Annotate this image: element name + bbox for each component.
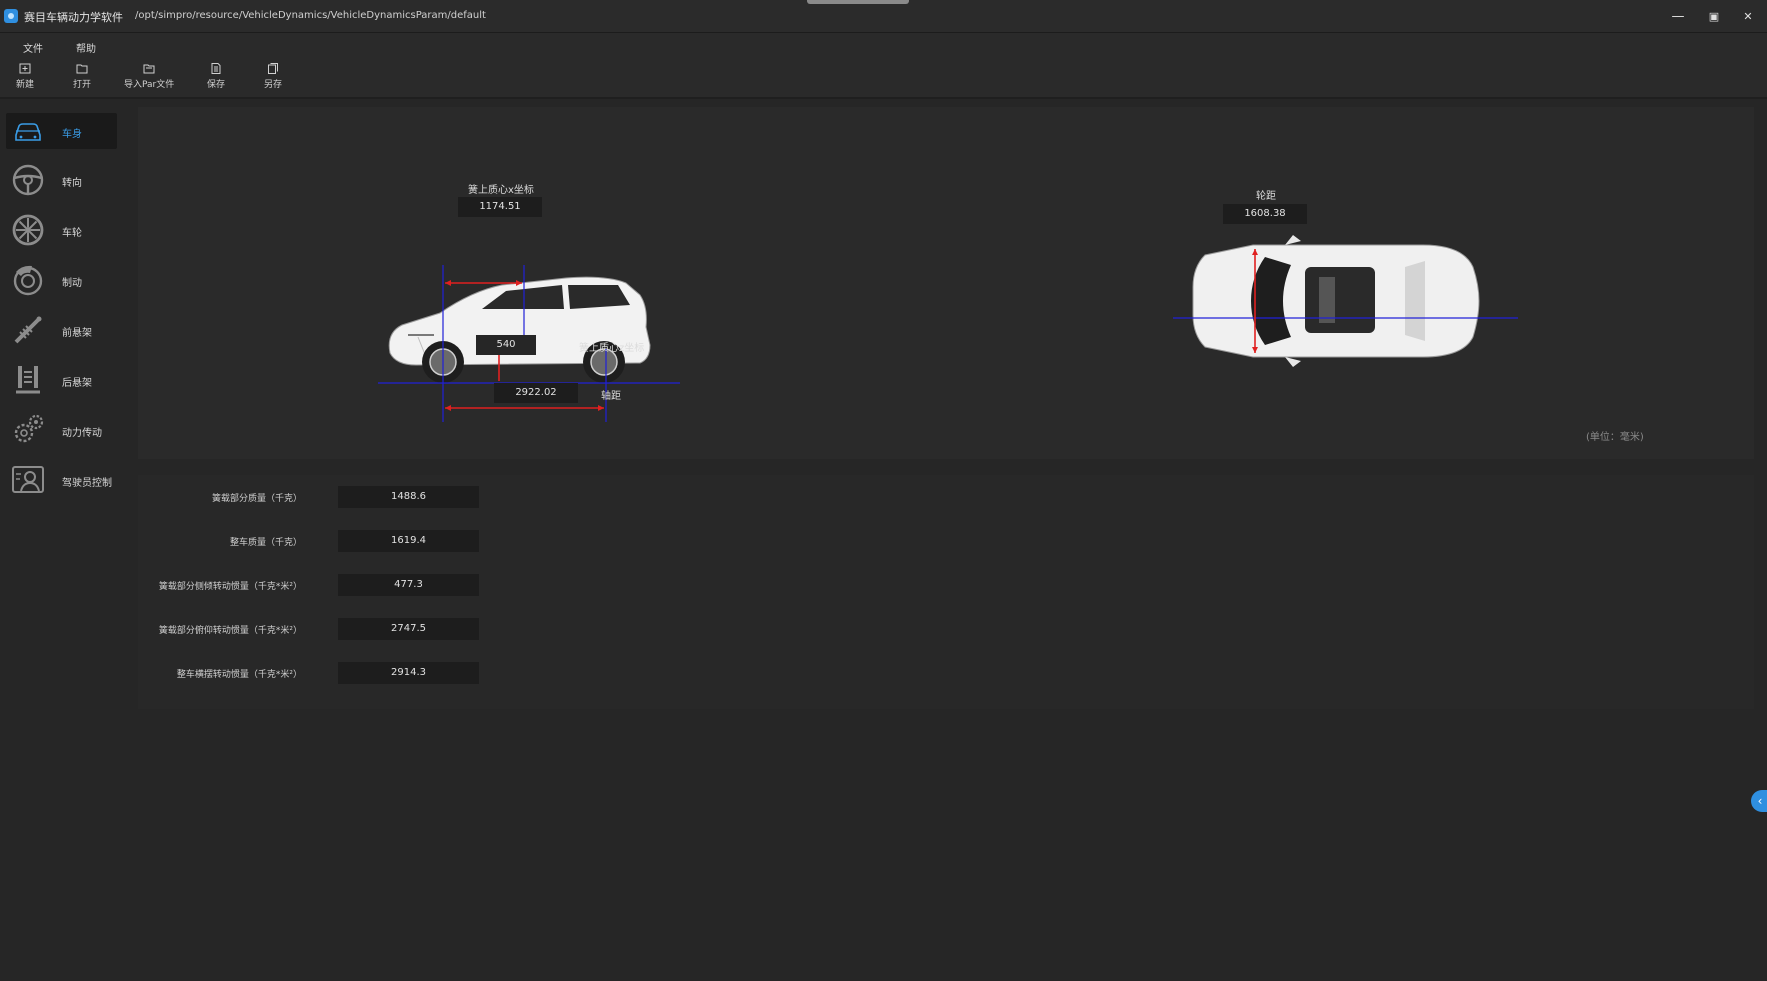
sidebar-item-label: 制动 — [62, 278, 82, 289]
steering-wheel-icon — [12, 164, 44, 196]
sidebar-item-steering[interactable]: 转向 — [6, 162, 117, 198]
save-as-label: 另存 — [263, 80, 282, 90]
toolbar: 新建 打开 导入Par文件 保存 另存 — [0, 57, 1767, 99]
sidebar-item-label: 动力传动 — [62, 428, 102, 439]
param-row-total-mass: 整车质量（千克） 1619.4 — [138, 530, 738, 552]
window-drag-handle[interactable] — [807, 0, 909, 4]
save-button[interactable]: 保存 — [203, 63, 229, 90]
track-input[interactable]: 1608.38 — [1223, 204, 1307, 224]
folder-import-icon — [143, 64, 155, 74]
param-input[interactable]: 2914.3 — [338, 662, 479, 684]
sidebar-item-rear-suspension[interactable]: 后悬架 — [6, 362, 117, 398]
param-input[interactable]: 2747.5 — [338, 618, 479, 640]
new-file-icon — [19, 63, 31, 74]
cg-x-input[interactable]: 1174.51 — [458, 197, 542, 217]
param-label: 簧载部分俯仰转动惯量（千克*米²） — [158, 626, 302, 636]
sidebar-item-label: 前悬架 — [62, 328, 92, 339]
sidebar-item-label: 驾驶员控制 — [62, 478, 112, 489]
close-button[interactable]: ✕ — [1737, 8, 1759, 26]
param-label: 整车质量（千克） — [229, 538, 302, 548]
cg-x-label: 簧上质心x坐标 — [468, 185, 534, 196]
save-document-icon — [211, 63, 221, 74]
import-par-button[interactable]: 导入Par文件 — [124, 63, 174, 90]
brake-disc-icon — [13, 265, 43, 296]
param-input[interactable]: 1619.4 — [338, 530, 479, 552]
save-label: 保存 — [206, 80, 225, 90]
param-row-pitch-inertia: 簧载部分俯仰转动惯量（千克*米²） 2747.5 — [138, 618, 738, 640]
new-button[interactable]: 新建 — [12, 63, 38, 90]
gears-icon — [14, 414, 44, 443]
driver-icon — [12, 466, 44, 493]
param-input[interactable]: 477.3 — [338, 574, 479, 596]
sidebar-item-powertrain[interactable]: 动力传动 — [6, 412, 117, 448]
parameter-panel: 簧载部分质量（千克） 1488.6 整车质量（千克） 1619.4 簧载部分侧倾… — [138, 475, 1754, 709]
car-body-icon — [15, 123, 41, 141]
open-label: 打开 — [72, 80, 91, 90]
open-button[interactable]: 打开 — [69, 63, 95, 90]
cg-z-input[interactable]: 540 — [476, 335, 536, 355]
chevron-left-icon: ‹ — [1757, 794, 1763, 808]
save-as-icon — [268, 63, 278, 74]
top-view-diagram — [1173, 235, 1518, 367]
side-view-car-image — [388, 276, 651, 383]
sidebar-item-driver[interactable]: 驾驶员控制 — [6, 462, 117, 498]
panel-collapse-button[interactable]: ‹ — [1751, 790, 1767, 812]
folder-open-icon — [76, 64, 88, 74]
title-bar: 赛目车辆动力学软件 /opt/simpro/resource/VehicleDy… — [0, 0, 1767, 33]
param-row-sprung-mass: 簧载部分质量（千克） 1488.6 — [138, 486, 738, 508]
sidebar-item-wheel[interactable]: 车轮 — [6, 212, 117, 248]
param-row-yaw-inertia: 整车横摆转动惯量（千克*米²） 2914.3 — [138, 662, 738, 684]
param-input[interactable]: 1488.6 — [338, 486, 479, 508]
sidebar-item-label: 车轮 — [62, 228, 82, 239]
menu-bar: 文件 帮助 — [0, 33, 1767, 57]
maximize-button[interactable]: ▣ — [1703, 8, 1725, 26]
param-label: 簧载部分侧倾转动惯量（千克*米²） — [158, 582, 302, 592]
menu-help[interactable]: 帮助 — [76, 40, 96, 55]
unit-note: (单位：毫米) — [1586, 432, 1644, 443]
top-view-car-image — [1192, 235, 1480, 367]
param-label: 簧载部分质量（千克） — [211, 494, 302, 504]
track-label: 轮距 — [1256, 191, 1276, 202]
app-logo-icon — [4, 9, 18, 23]
rear-suspension-icon — [16, 366, 40, 394]
wheel-icon — [12, 214, 44, 246]
param-label: 整车横摆转动惯量（千克*米²） — [176, 670, 302, 680]
sidebar-item-label: 转向 — [62, 178, 82, 189]
cg-z-label: 簧上质心z坐标 — [579, 343, 645, 354]
save-as-button[interactable]: 另存 — [260, 63, 286, 90]
new-label: 新建 — [15, 80, 34, 90]
sidebar-item-front-suspension[interactable]: 前悬架 — [6, 312, 117, 348]
front-suspension-icon — [14, 316, 42, 344]
sidebar-item-label: 车身 — [62, 129, 82, 140]
wheelbase-input[interactable]: 2922.02 — [494, 383, 578, 403]
sidebar-item-brake[interactable]: 制动 — [6, 262, 117, 298]
sidebar-item-body[interactable]: 车身 — [6, 113, 117, 149]
sidebar: 车身 转向 车轮 制动 前悬架 后悬架 动力传动 驾驶员控制 — [0, 99, 128, 981]
minimize-button[interactable]: — — [1667, 8, 1689, 26]
sidebar-item-label: 后悬架 — [62, 378, 92, 389]
menu-file[interactable]: 文件 — [23, 40, 43, 55]
app-title: 赛目车辆动力学软件 — [24, 11, 123, 24]
import-par-label: 导入Par文件 — [124, 80, 175, 90]
file-path: /opt/simpro/resource/VehicleDynamics/Veh… — [135, 10, 486, 21]
vehicle-diagram-panel: 簧上质心x坐标 1174.51 540 簧上质心z坐标 2922.02 轴距 轮… — [138, 107, 1754, 459]
param-row-roll-inertia: 簧载部分侧倾转动惯量（千克*米²） 477.3 — [138, 574, 738, 596]
wheelbase-label: 轴距 — [601, 391, 621, 402]
